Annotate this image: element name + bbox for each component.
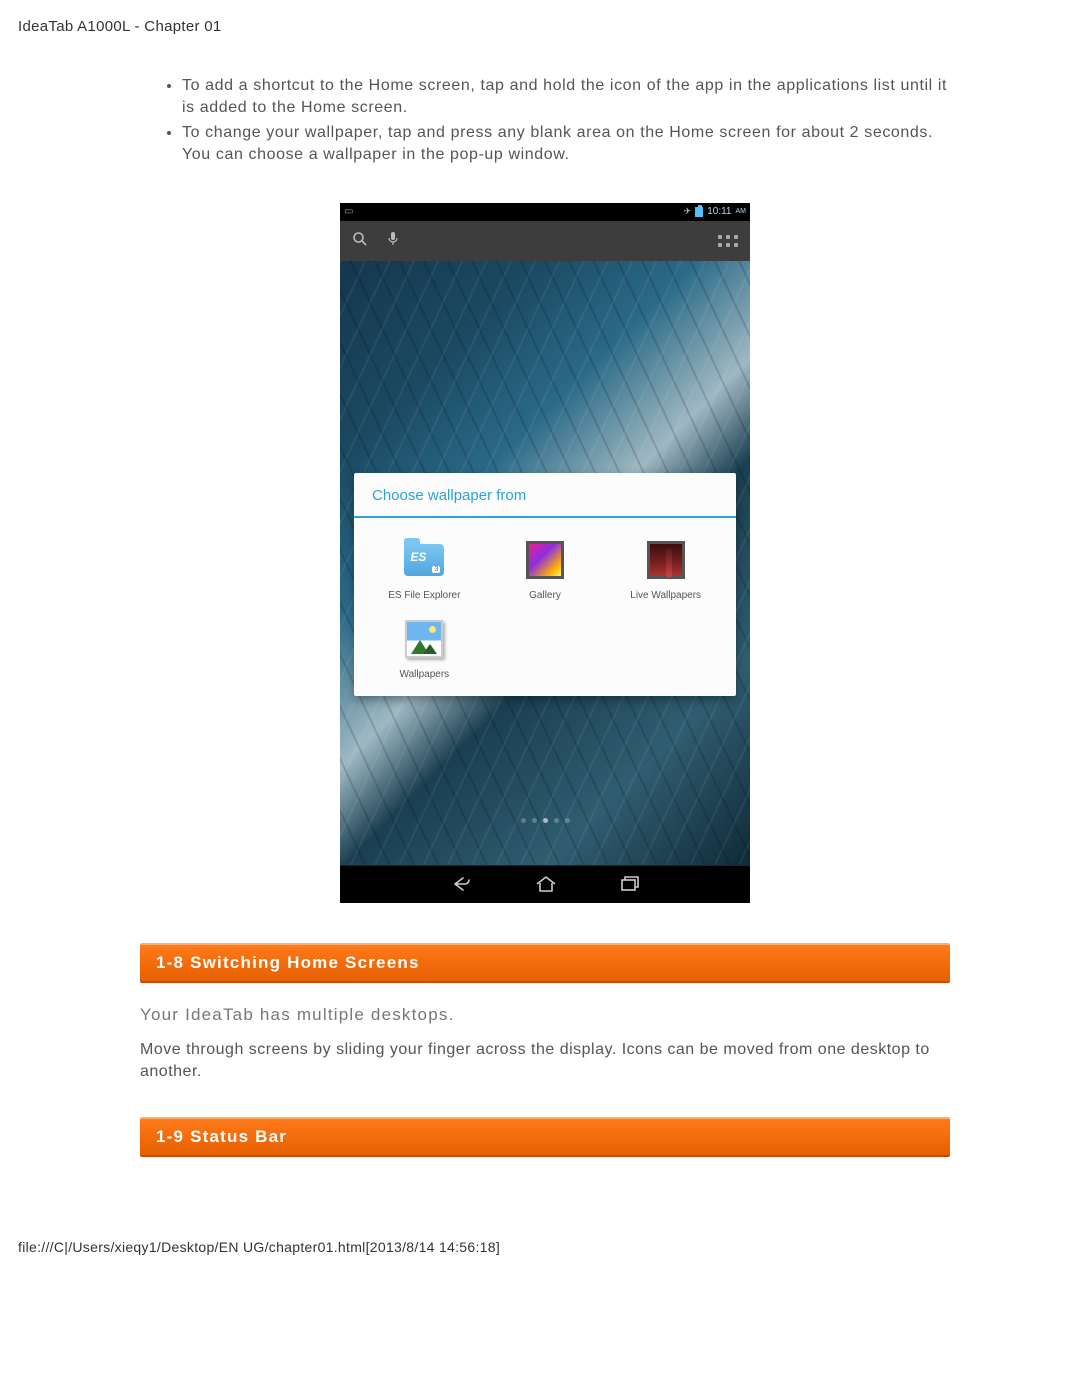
option-live-wallpapers[interactable]: Live Wallpapers (605, 540, 726, 601)
bullet-wallpaper: To change your wallpaper, tap and press … (182, 122, 950, 167)
es-file-explorer-icon: 3 (404, 540, 444, 580)
option-wallpapers[interactable]: Wallpapers (364, 619, 485, 680)
section-1-8-body: Move through screens by sliding your fin… (140, 1039, 950, 1084)
mic-icon[interactable] (388, 231, 398, 250)
wallpaper-chooser-dialog: Choose wallpaper from 3 ES File Explorer (354, 473, 736, 696)
option-label: Live Wallpapers (630, 590, 701, 601)
dialog-title: Choose wallpaper from (354, 473, 736, 518)
recent-apps-button[interactable] (619, 876, 641, 892)
battery-icon (695, 207, 703, 217)
page-header: IdeaTab A1000L - Chapter 01 (0, 0, 1080, 35)
home-page-indicator (340, 818, 750, 823)
home-wallpaper-bg: Choose wallpaper from 3 ES File Explorer (340, 261, 750, 865)
clock-time: 10:11 (707, 206, 731, 217)
clock-ampm: AM (736, 208, 747, 215)
gallery-icon (525, 540, 565, 580)
screenshot-wrapper: ▭ ✈ 10:11 AM (140, 203, 950, 903)
content-area: To add a shortcut to the Home screen, ta… (0, 35, 1080, 1209)
section-1-8-heading: 1-8 Switching Home Screens (140, 943, 950, 983)
airplane-mode-icon: ✈ (684, 206, 692, 217)
wallpapers-icon (404, 619, 444, 659)
live-wallpapers-icon (646, 540, 686, 580)
option-label: ES File Explorer (388, 590, 460, 601)
android-nav-bar (340, 865, 750, 903)
option-gallery[interactable]: Gallery (485, 540, 606, 601)
app-drawer-icon[interactable] (718, 235, 738, 247)
home-button[interactable] (535, 876, 557, 892)
section-1-9-heading: 1-9 Status Bar (140, 1117, 950, 1157)
section-1-8-intro: Your IdeaTab has multiple desktops. (140, 1005, 950, 1025)
option-label: Wallpapers (400, 669, 450, 680)
status-app-icon: ▭ (344, 206, 353, 217)
option-es-file-explorer[interactable]: 3 ES File Explorer (364, 540, 485, 601)
bullet-shortcut: To add a shortcut to the Home screen, ta… (182, 75, 950, 120)
instruction-list: To add a shortcut to the Home screen, ta… (140, 75, 950, 167)
tablet-screenshot: ▭ ✈ 10:11 AM (340, 203, 750, 903)
android-status-bar: ▭ ✈ 10:11 AM (340, 203, 750, 221)
option-label: Gallery (529, 590, 561, 601)
search-icon[interactable] (352, 231, 368, 251)
page-footer-path: file:///C|/Users/xieqy1/Desktop/EN UG/ch… (0, 1209, 1080, 1273)
back-button[interactable] (449, 876, 473, 892)
launcher-action-bar (340, 221, 750, 261)
